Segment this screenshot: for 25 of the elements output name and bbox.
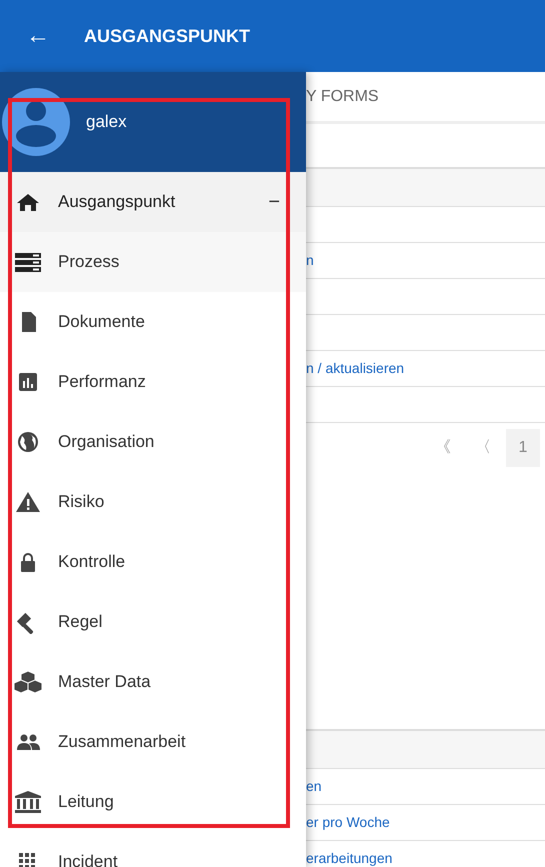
tab-label[interactable]: Y FORMS bbox=[306, 84, 379, 108]
menu-item[interactable]: Risiko bbox=[0, 472, 306, 532]
cubes-icon bbox=[14, 670, 42, 694]
menu-item[interactable]: Organisation bbox=[0, 412, 306, 472]
warning-icon bbox=[14, 490, 42, 514]
server-rack-icon bbox=[14, 250, 42, 274]
expand-toggle[interactable]: − bbox=[268, 187, 280, 217]
menu-item[interactable]: Master Data bbox=[0, 652, 306, 712]
table-link[interactable]: n bbox=[306, 250, 314, 271]
bank-icon bbox=[14, 790, 42, 814]
menu-item[interactable]: Dokumente bbox=[0, 292, 306, 352]
app-title: AUSGANGSPUNKT bbox=[84, 24, 250, 48]
menu-item[interactable]: Zusammenarbeit bbox=[0, 712, 306, 772]
back-button[interactable]: ← bbox=[20, 18, 56, 54]
menu-item[interactable]: Kontrolle bbox=[0, 532, 306, 592]
table-link[interactable]: n / aktualisieren bbox=[306, 358, 404, 379]
menu-item[interactable]: Ausgangspunkt − bbox=[0, 172, 306, 232]
table-link[interactable]: er pro Woche bbox=[306, 812, 390, 833]
menu-item[interactable]: Performanz bbox=[0, 352, 306, 412]
table-link[interactable]: erarbeitungen bbox=[306, 848, 392, 867]
menu-item[interactable]: Regel bbox=[0, 592, 306, 652]
menu-item[interactable]: Leitung bbox=[0, 772, 306, 832]
user-name: galex bbox=[86, 111, 127, 134]
table-link[interactable]: en bbox=[306, 776, 322, 797]
menu-item[interactable]: Prozess bbox=[0, 232, 306, 292]
